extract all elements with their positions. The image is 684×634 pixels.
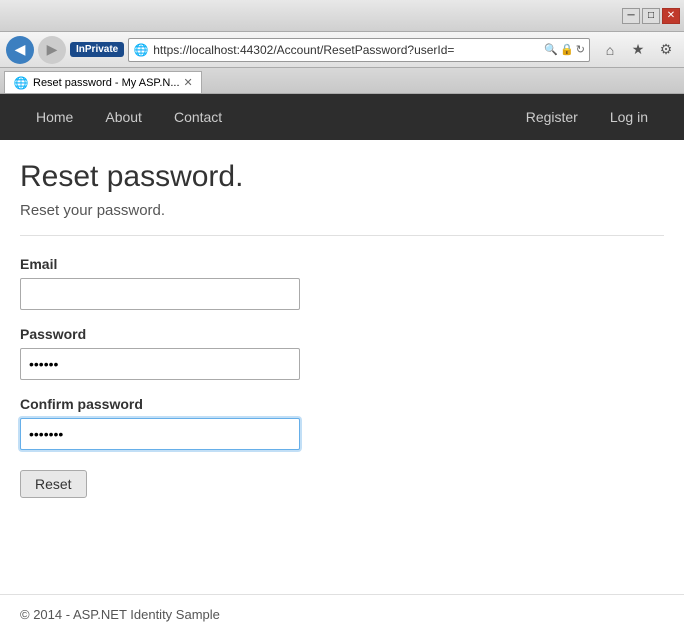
nav-bar: ◀ ▶ InPrivate 🌐 https://localhost:44302/…: [0, 32, 684, 68]
email-input[interactable]: [20, 278, 300, 310]
reset-button[interactable]: Reset: [20, 470, 87, 498]
tab-bar: 🌐 Reset password - My ASP.N... ✕: [0, 68, 684, 94]
search-icon: 🔍: [544, 43, 558, 56]
back-icon: ◀: [15, 41, 26, 58]
nav-about[interactable]: About: [89, 97, 158, 137]
email-label: Email: [20, 256, 664, 272]
nav-register[interactable]: Register: [510, 97, 594, 137]
browser-nav-icons: ⌂ ★ ⚙: [598, 38, 678, 62]
password-label: Password: [20, 326, 664, 342]
active-tab[interactable]: 🌐 Reset password - My ASP.N... ✕: [4, 71, 202, 93]
page-content: Reset password. Reset your password. Ema…: [0, 140, 684, 594]
minimize-button[interactable]: ─: [622, 8, 640, 24]
confirm-password-label: Confirm password: [20, 396, 664, 412]
website: Home About Contact Register Log in Reset…: [0, 94, 684, 634]
nav-login[interactable]: Log in: [594, 97, 664, 137]
tab-close-button[interactable]: ✕: [184, 76, 193, 89]
email-group: Email: [20, 256, 664, 310]
home-button[interactable]: ⌂: [598, 38, 622, 62]
back-button[interactable]: ◀: [6, 36, 34, 64]
lock-icon: 🔒: [560, 43, 574, 56]
nav-home[interactable]: Home: [20, 97, 89, 137]
forward-button[interactable]: ▶: [38, 36, 66, 64]
reset-password-form: Email Password Confirm password Reset: [20, 256, 664, 498]
site-footer: © 2014 - ASP.NET Identity Sample: [0, 594, 684, 634]
password-group: Password: [20, 326, 664, 380]
ie-icon: 🌐: [133, 42, 149, 58]
site-nav-right: Register Log in: [510, 97, 664, 137]
close-button[interactable]: ✕: [662, 8, 680, 24]
site-nav-left: Home About Contact: [20, 97, 510, 137]
confirm-password-group: Confirm password: [20, 396, 664, 450]
settings-button[interactable]: ⚙: [654, 38, 678, 62]
divider: [20, 235, 664, 236]
address-icons: 🔍 🔒 ↻: [544, 43, 585, 56]
footer-text: © 2014 - ASP.NET Identity Sample: [20, 607, 220, 622]
page-subtitle: Reset your password.: [20, 202, 664, 219]
site-nav: Home About Contact Register Log in: [0, 94, 684, 140]
address-bar[interactable]: 🌐 https://localhost:44302/Account/ResetP…: [128, 38, 590, 62]
favorites-button[interactable]: ★: [626, 38, 650, 62]
maximize-button[interactable]: □: [642, 8, 660, 24]
refresh-icon: ↻: [576, 43, 585, 56]
address-text: https://localhost:44302/Account/ResetPas…: [153, 43, 540, 57]
inprivate-badge: InPrivate: [70, 42, 124, 57]
tab-label: Reset password - My ASP.N...: [33, 77, 180, 89]
title-bar: ─ □ ✕: [0, 0, 684, 32]
tab-icon: 🌐: [13, 75, 29, 91]
nav-contact[interactable]: Contact: [158, 97, 238, 137]
page-title: Reset password.: [20, 160, 664, 194]
forward-icon: ▶: [47, 41, 58, 58]
confirm-password-input[interactable]: [20, 418, 300, 450]
browser-window: ─ □ ✕ ◀ ▶ InPrivate 🌐 https://localhost:…: [0, 0, 684, 634]
window-controls: ─ □ ✕: [622, 8, 680, 24]
password-input[interactable]: [20, 348, 300, 380]
